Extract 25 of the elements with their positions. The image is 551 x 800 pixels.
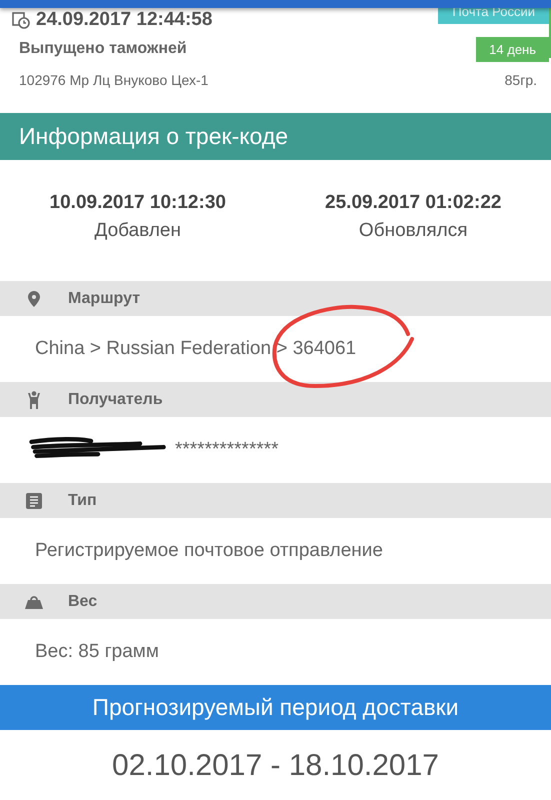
status-text: Выпущено таможней (19, 40, 187, 58)
days-badge: 14 день (476, 36, 549, 62)
date-label: Добавлен (94, 220, 181, 242)
location-text: 102976 Мр Лц Внуково Цех-1 (19, 72, 208, 88)
weight-icon (25, 594, 43, 608)
section-header: Информация о трек-коде (0, 113, 551, 160)
date-value: 10.09.2017 10:12:30 (50, 192, 226, 214)
section-title: Получатель (68, 390, 163, 408)
section-value: Вес: 85 грамм (35, 641, 159, 663)
clock-calendar-icon (12, 11, 30, 29)
delivery-range: 02.10.2017 - 18.10.2017 (112, 749, 439, 783)
section-title: Маршрут (68, 290, 140, 308)
section-value: Регистрируемое почтовое отправление (35, 540, 383, 562)
section-value: ************** (175, 439, 279, 461)
section-title: Тип (68, 492, 97, 510)
section-header: Прогнозируемый период доставки (0, 685, 551, 730)
date-label: Обновлялся (358, 220, 468, 242)
document-icon (26, 492, 42, 508)
event-datetime: 24.09.2017 12:44:58 (36, 9, 212, 31)
weight-text: 85гр. (504, 72, 537, 88)
date-value: 25.09.2017 01:02:22 (325, 192, 502, 214)
section-title: Вес (68, 592, 98, 610)
person-icon (28, 390, 40, 408)
section-value: China > Russian Federation > 364061 (35, 338, 356, 360)
location-pin-icon (28, 290, 40, 306)
